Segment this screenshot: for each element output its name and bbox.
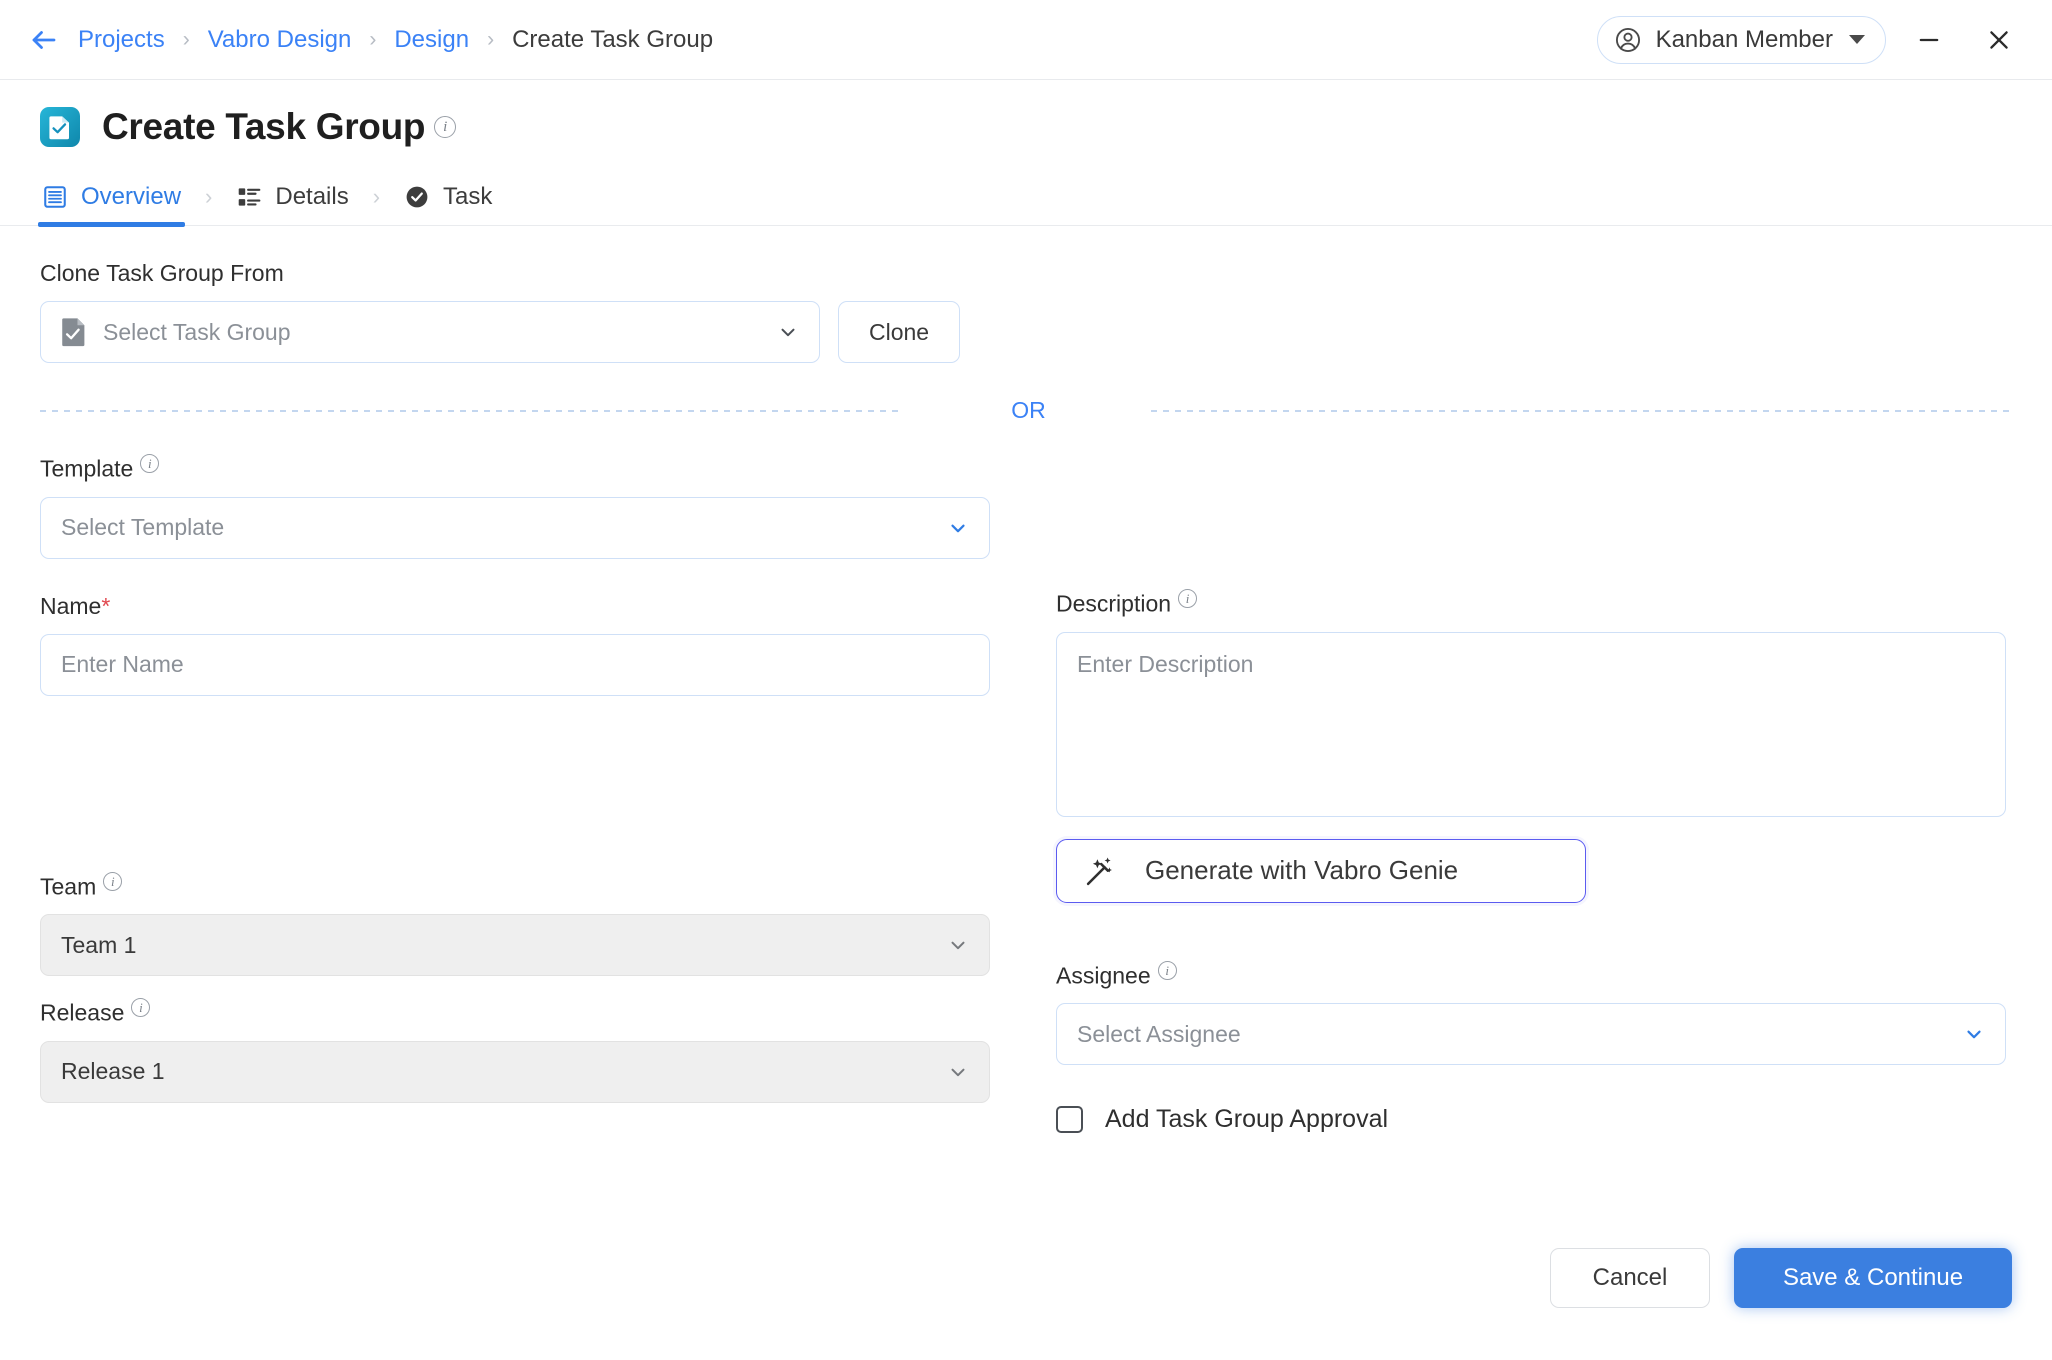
description-field: Description i Enter Description [1056, 589, 2006, 817]
team-info-icon[interactable]: i [103, 871, 123, 891]
chevron-down-icon [951, 1068, 965, 1077]
genie-button-label: Generate with Vabro Genie [1145, 855, 1459, 886]
tab-overview-label: Overview [81, 182, 182, 210]
select-task-group-dropdown[interactable]: Select Task Group [40, 301, 820, 363]
clone-button[interactable]: Clone [838, 301, 961, 363]
breadcrumb-item-create-task-group: Create Task Group [512, 25, 714, 53]
tab-task[interactable]: Task [404, 168, 492, 226]
save-and-continue-button[interactable]: Save & Continue [1734, 1248, 2012, 1308]
add-task-group-approval-checkbox[interactable] [1056, 1106, 1083, 1134]
breadcrumb-separator: › [369, 28, 377, 51]
select-team-dropdown[interactable]: Team 1 [40, 914, 990, 977]
back-button[interactable] [28, 24, 60, 56]
description-textarea[interactable]: Enter Description [1056, 631, 2006, 817]
close-icon [1990, 30, 2008, 49]
minimize-button[interactable] [1902, 13, 1956, 67]
select-release-dropdown[interactable]: Release 1 [40, 1040, 990, 1103]
release-field: Release i Release 1 [40, 998, 990, 1103]
assignee-label: Assignee i [1056, 960, 2006, 990]
divider-line-right [1150, 409, 2012, 412]
breadcrumb-separator: › [487, 28, 495, 51]
chevron-down-icon [951, 942, 965, 950]
minimize-icon [1919, 38, 1939, 41]
release-label: Release i [40, 998, 990, 1027]
clone-field-row: Select Task Group Clone [40, 301, 2012, 363]
name-field: Name* Enter Name [40, 593, 990, 696]
select-team-value: Team 1 [61, 931, 137, 958]
description-placeholder: Enter Description [1077, 650, 1254, 677]
assignee-info-icon[interactable]: i [1157, 960, 1177, 980]
clone-section: Clone Task Group From Select Task Group … [0, 226, 2052, 363]
template-field: Template i Select Template [40, 454, 990, 559]
window-title-bar: Projects › Vabro Design › Design › Creat… [0, 0, 2052, 80]
page-title: Create Task Group [102, 106, 426, 147]
user-name-label: Kanban Member [1655, 25, 1833, 53]
name-input-placeholder: Enter Name [61, 651, 184, 678]
generate-with-vabro-genie-button[interactable]: Generate with Vabro Genie [1056, 838, 1586, 903]
tab-task-label: Task [443, 182, 493, 210]
magic-wand-sparkle-icon [1086, 857, 1112, 885]
page-header: Create Task Group i [0, 80, 2052, 152]
form-columns: Template i Select Template Name* Enter Na… [0, 454, 2052, 1134]
close-button[interactable] [1972, 13, 2026, 67]
chevron-down-icon [951, 524, 965, 532]
template-info-icon[interactable]: i [140, 454, 160, 473]
chevron-down-icon [781, 328, 795, 337]
form-column-left: Template i Select Template Name* Enter Na… [40, 454, 990, 1134]
required-asterisk: * [101, 592, 111, 619]
select-task-group-value: Select Task Group [103, 318, 291, 345]
check-circle-icon [406, 186, 428, 207]
user-menu-button[interactable]: Kanban Member [1596, 15, 1886, 64]
description-info-icon[interactable]: i [1178, 589, 1198, 608]
divider-line-left [40, 409, 902, 412]
wizard-tabs: Overview › Details › Task [0, 168, 2052, 227]
task-group-document-check-icon [40, 107, 80, 147]
select-release-value: Release 1 [61, 1058, 165, 1085]
breadcrumb-separator: › [182, 28, 190, 51]
breadcrumb: Projects › Vabro Design › Design › Creat… [78, 26, 713, 54]
tab-separator: › [372, 183, 381, 209]
breadcrumb-item-design[interactable]: Design [394, 26, 469, 54]
add-task-group-approval-row[interactable]: Add Task Group Approval [1056, 1105, 2006, 1134]
or-divider: OR [0, 397, 2052, 424]
template-label: Template i [40, 454, 990, 483]
page-title-info-icon[interactable]: i [434, 116, 457, 138]
select-template-dropdown[interactable]: Select Template [40, 496, 990, 559]
assignee-field: Assignee i Select Assignee [1056, 960, 2006, 1066]
list-blocks-icon [239, 187, 261, 206]
select-assignee-value: Select Assignee [1077, 1020, 1241, 1047]
add-task-group-approval-label: Add Task Group Approval [1105, 1105, 1389, 1134]
chevron-down-icon [1849, 35, 1865, 44]
release-info-icon[interactable]: i [131, 998, 151, 1018]
chevron-down-icon [1967, 1030, 1981, 1039]
footer-actions: Cancel Save & Continue [1550, 1248, 2012, 1308]
list-lines-icon [44, 185, 66, 208]
breadcrumb-item-vabro-design[interactable]: Vabro Design [208, 26, 352, 54]
left-column-spacer [40, 696, 990, 872]
tab-details[interactable]: Details [236, 168, 349, 226]
tab-details-label: Details [275, 182, 349, 210]
user-circle-icon [1615, 27, 1640, 52]
team-label: Team i [40, 871, 990, 901]
form-column-right: Description i Enter Description Generate … [1056, 454, 2006, 1134]
team-field: Team i Team 1 [40, 871, 990, 977]
breadcrumb-item-projects[interactable]: Projects [78, 26, 165, 54]
or-label: OR [1011, 397, 1046, 423]
window-controls: Kanban Member [1596, 13, 2026, 67]
select-template-value: Select Template [61, 514, 225, 541]
select-assignee-dropdown[interactable]: Select Assignee [1056, 1003, 2006, 1066]
clone-label: Clone Task Group From [40, 260, 284, 286]
back-arrow-icon [32, 30, 56, 49]
name-input[interactable]: Enter Name [40, 633, 990, 696]
cancel-button[interactable]: Cancel [1550, 1248, 1710, 1308]
document-check-icon [62, 318, 85, 347]
name-label: Name* [40, 592, 111, 619]
description-label: Description i [1056, 589, 2006, 618]
tab-overview[interactable]: Overview [37, 168, 186, 227]
tab-separator: › [205, 183, 213, 209]
